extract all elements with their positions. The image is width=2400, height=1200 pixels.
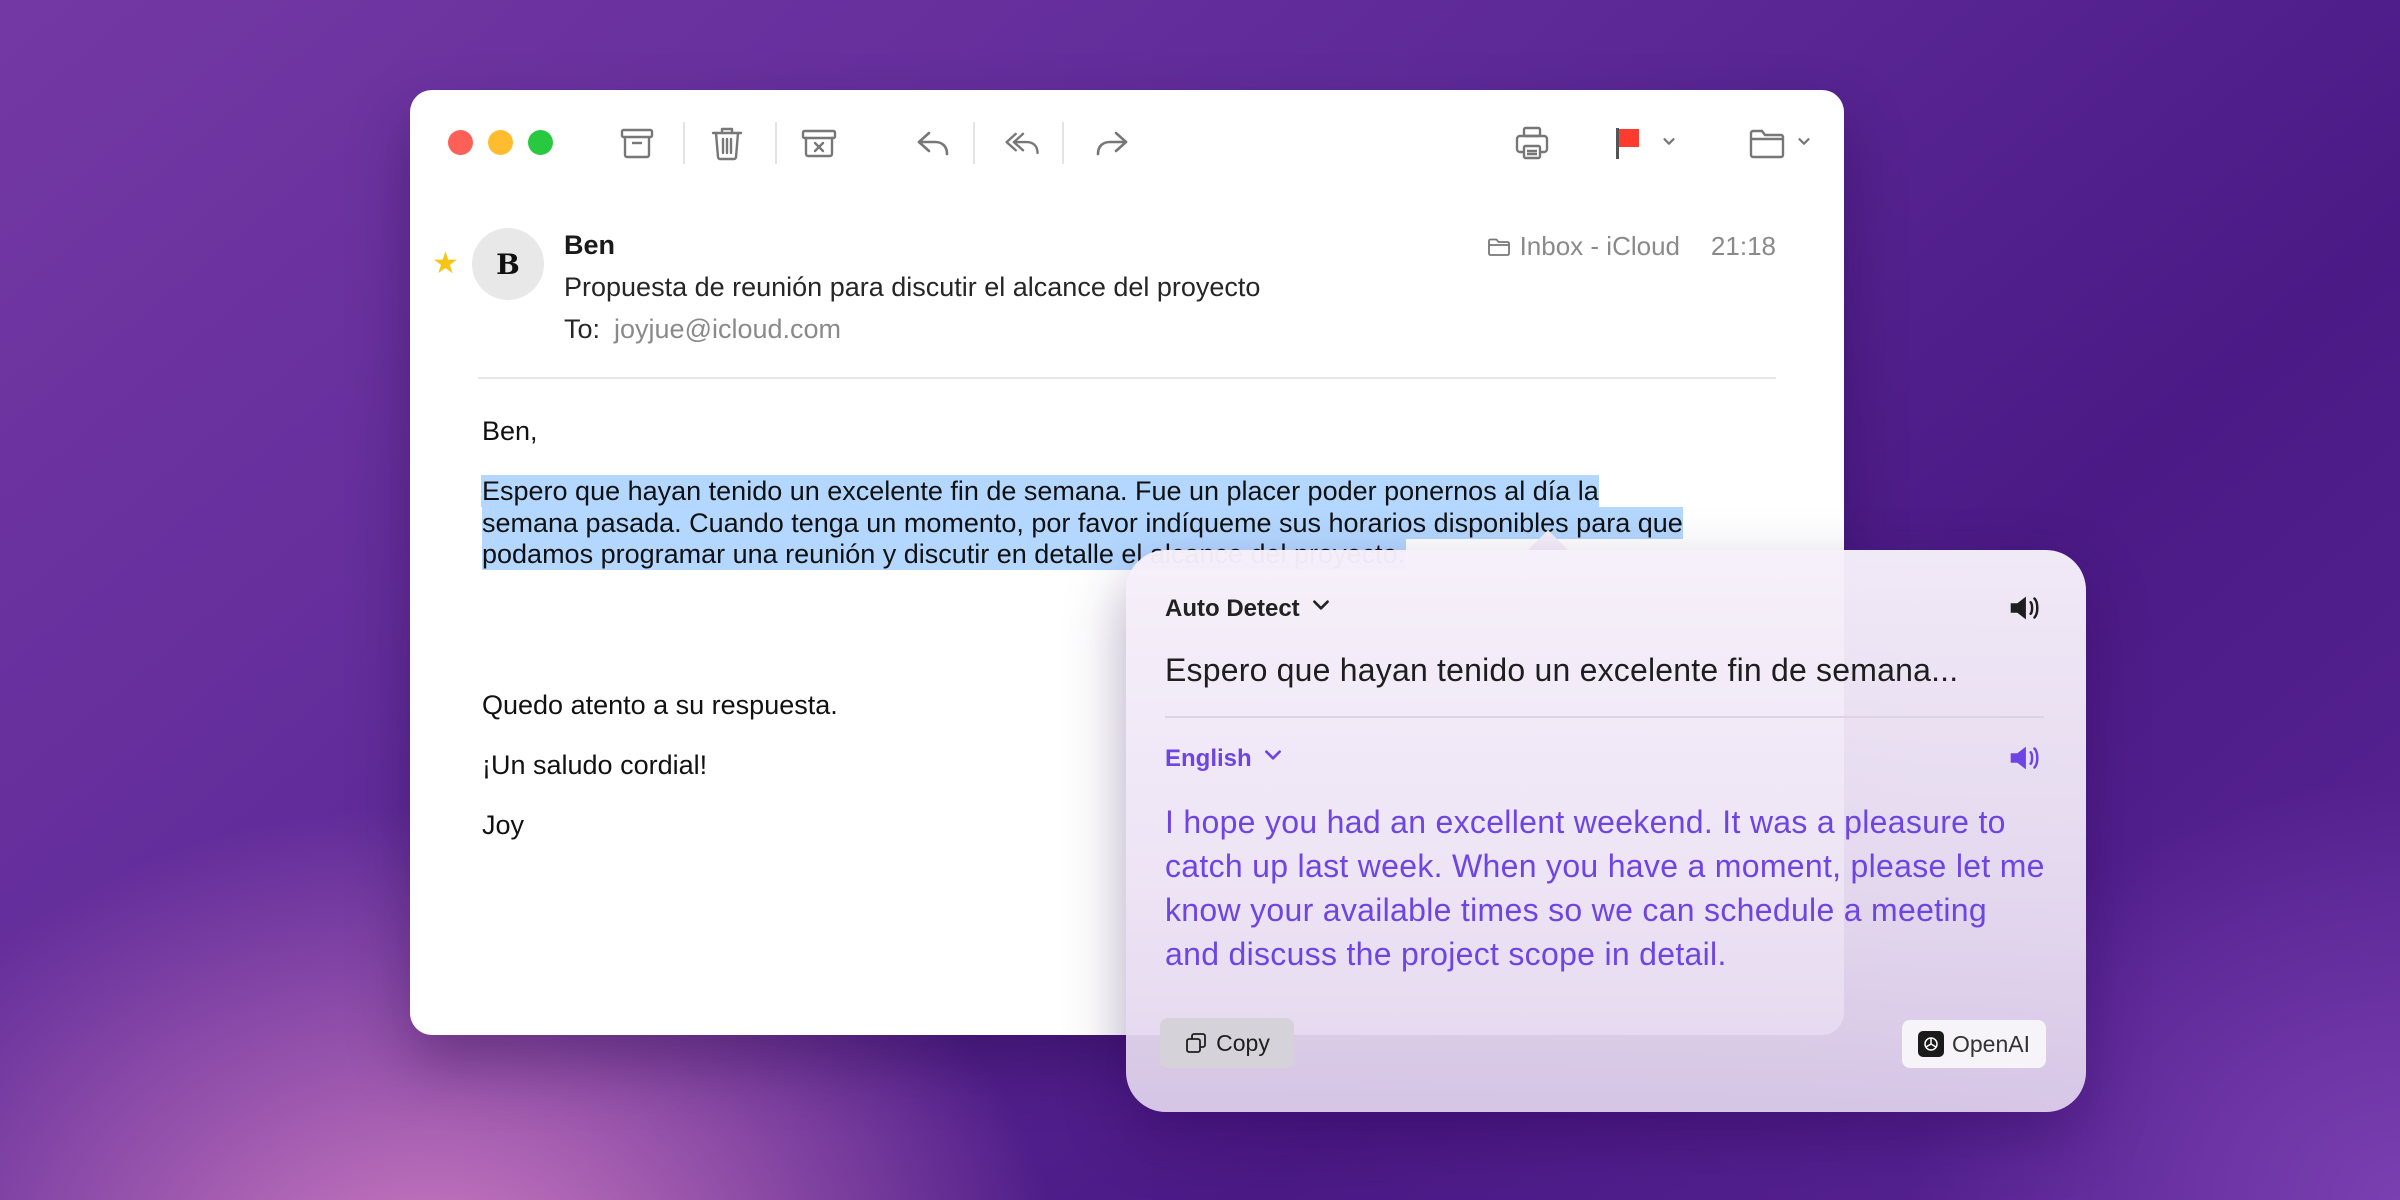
flag-menu-button[interactable] [1656, 128, 1682, 154]
sender-name: Ben [564, 230, 616, 260]
print-button[interactable] [1507, 118, 1557, 168]
delete-button[interactable] [702, 118, 752, 168]
source-text: Espero que hayan tenido un excelente fin… [1165, 652, 1959, 688]
star-icon[interactable]: ★ [432, 246, 459, 281]
minimize-window-button[interactable] [488, 130, 513, 155]
folder-icon [1749, 129, 1785, 159]
body-salutation: ¡Un saludo cordial! [482, 750, 708, 780]
provider-name: OpenAI [1952, 1030, 2030, 1057]
popover-arrow [1526, 530, 1570, 552]
body-signature: Joy [482, 810, 525, 840]
message-time: 21:18 [1710, 231, 1776, 261]
copy-icon [1186, 1033, 1207, 1053]
popover-divider [1165, 716, 2044, 718]
speaker-icon [2010, 746, 2039, 770]
source-language-selector[interactable]: Auto Detect [1165, 594, 1332, 623]
reply-all-icon [1005, 132, 1039, 155]
junk-button[interactable] [794, 118, 844, 168]
archive-button[interactable] [612, 118, 662, 168]
close-window-button[interactable] [448, 130, 473, 155]
forward-icon [1096, 131, 1128, 156]
flag-icon [1616, 128, 1639, 159]
flag-button[interactable] [1602, 118, 1652, 168]
folder-menu-button[interactable] [1791, 128, 1817, 154]
chevron-down-icon [1310, 594, 1332, 623]
avatar: B [472, 228, 544, 300]
chevron-down-icon [1663, 138, 1675, 145]
recipient-line: To: joyjue@icloud.com [564, 314, 841, 345]
speak-source-button[interactable] [2004, 588, 2044, 628]
speaker-icon [2010, 596, 2039, 620]
target-language-selector[interactable]: English [1165, 744, 1284, 773]
move-to-folder-button[interactable] [1742, 118, 1792, 168]
header-divider [478, 377, 1776, 379]
body-greeting: Ben, [482, 416, 538, 446]
forward-button[interactable] [1087, 118, 1137, 168]
print-icon [1515, 126, 1549, 160]
maximize-window-button[interactable] [528, 130, 553, 155]
chevron-down-icon [1262, 744, 1284, 773]
target-language-label: English [1165, 744, 1252, 772]
junk-icon [801, 129, 837, 158]
recipient-address[interactable]: joyjue@icloud.com [614, 314, 841, 344]
trash-icon [711, 127, 743, 161]
source-language-label: Auto Detect [1165, 594, 1300, 622]
speak-translation-button[interactable] [2004, 738, 2044, 778]
message-subject: Propuesta de reunión para discutir el al… [564, 272, 1261, 302]
translated-text: I hope you had an excellent weekend. It … [1165, 804, 2045, 972]
folder-icon [1487, 238, 1510, 256]
reply-all-button[interactable] [998, 118, 1048, 168]
provider-badge[interactable]: OpenAI [1902, 1020, 2046, 1068]
reply-icon [917, 131, 949, 156]
copy-button[interactable]: Copy [1160, 1018, 1294, 1068]
body-closing: Quedo atento a su respuesta. [482, 690, 838, 720]
mailbox-name: Inbox - iCloud [1519, 231, 1680, 261]
openai-logo-icon [1918, 1031, 1944, 1057]
translation-popover: Auto Detect Espero que hayan tenido un e… [1126, 550, 2086, 1112]
mailbox-label: Inbox - iCloud [1486, 231, 1680, 262]
to-label: To: [564, 314, 601, 344]
copy-label: Copy [1216, 1029, 1270, 1056]
archive-icon [620, 128, 654, 159]
reply-button[interactable] [908, 118, 958, 168]
chevron-down-icon [1798, 138, 1810, 145]
